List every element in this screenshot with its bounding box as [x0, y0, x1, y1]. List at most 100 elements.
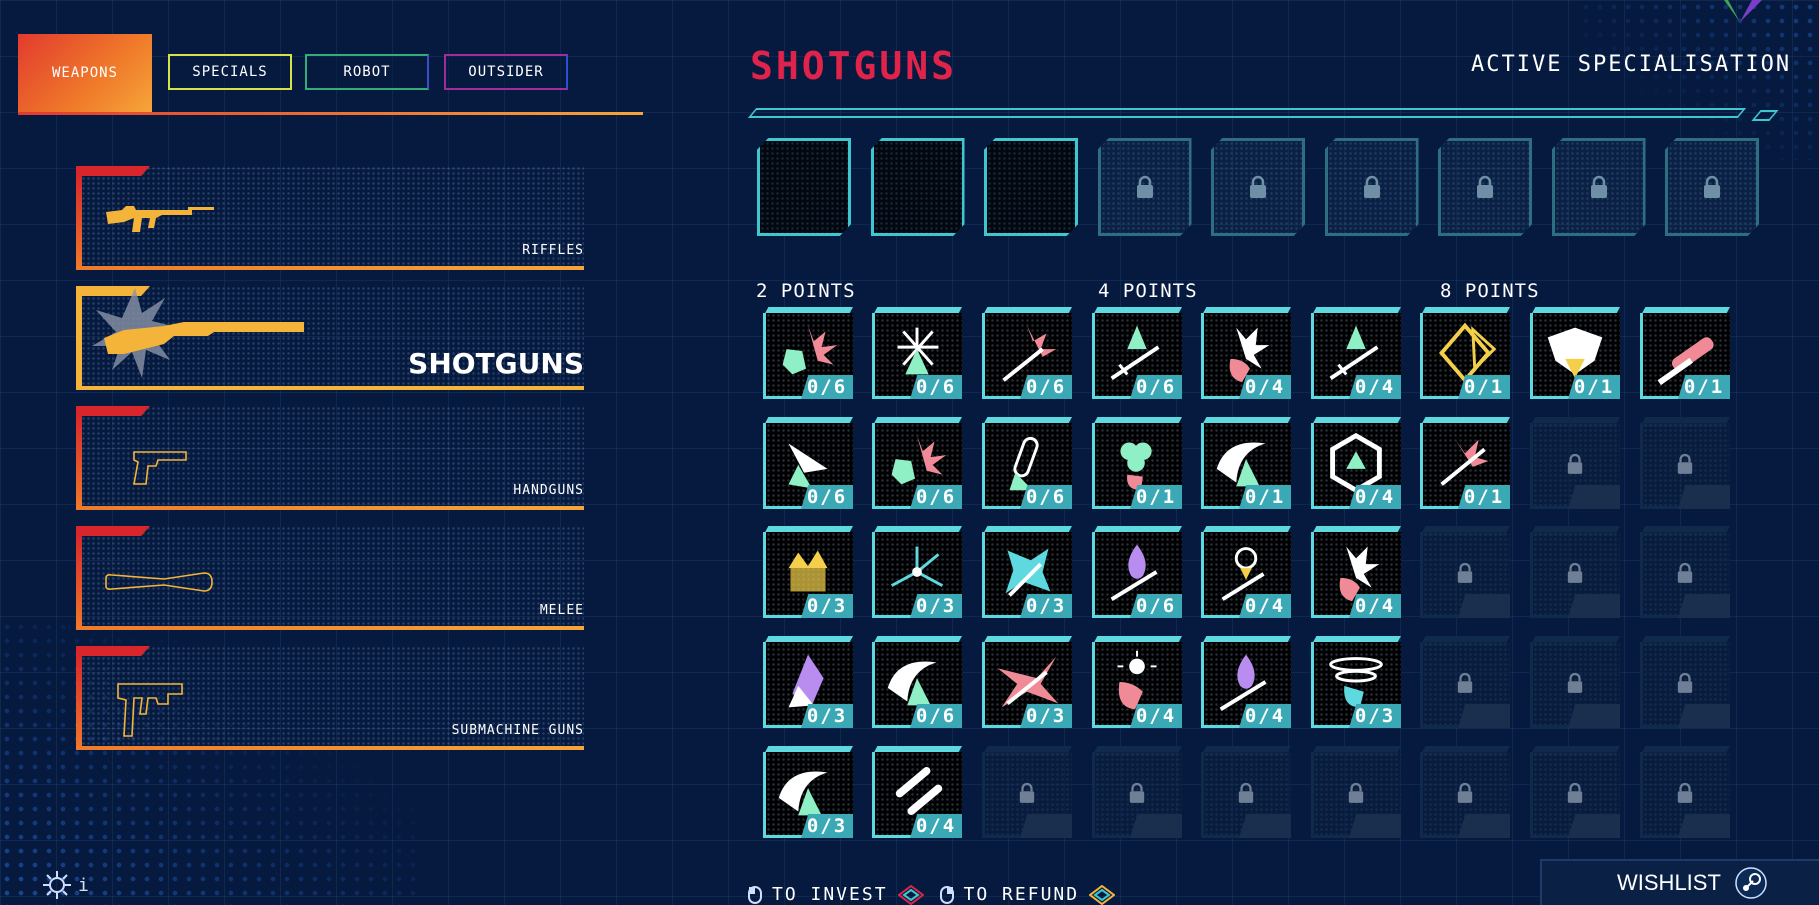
lock-icon — [1363, 175, 1380, 198]
skill-node[interactable]: 0/3 — [763, 636, 853, 730]
spec-slot-locked[interactable] — [1211, 138, 1305, 236]
skill-node[interactable]: 0/1 — [1420, 307, 1510, 401]
skill-count-placeholder — [1020, 814, 1072, 838]
skill-count-placeholder — [1568, 485, 1620, 509]
weapon-card-smg[interactable]: SUBMACHINE GUNS — [76, 646, 584, 750]
skill-node[interactable]: 0/4 — [872, 746, 962, 840]
skill-node[interactable]: 0/1 — [1201, 417, 1291, 511]
weapon-label: RIFFLES — [522, 243, 584, 258]
skill-node[interactable]: 0/6 — [1092, 307, 1182, 401]
skill-count: 0/1 — [1678, 375, 1730, 399]
lock-icon — [1238, 782, 1254, 803]
skill-node[interactable]: 0/6 — [872, 307, 962, 401]
lock-icon — [1677, 782, 1693, 803]
weapon-card-melee[interactable]: MELEE — [76, 526, 584, 630]
skill-node[interactable]: 0/6 — [763, 417, 853, 511]
skill-count: 0/6 — [910, 375, 962, 399]
weapon-label: HANDGUNS — [513, 483, 584, 498]
lock-icon — [1129, 782, 1145, 803]
spec-slot-locked[interactable] — [1438, 138, 1532, 236]
skill-node[interactable]: 0/6 — [763, 307, 853, 401]
skill-node[interactable]: 0/6 — [982, 417, 1072, 511]
skill-count: 0/6 — [1130, 375, 1182, 399]
skill-node[interactable]: 0/1 — [1640, 307, 1730, 401]
tab-outsider[interactable]: OUTSIDER — [444, 54, 568, 90]
specialisation-progress-bar — [747, 108, 1747, 118]
skill-node[interactable]: 0/1 — [1530, 307, 1620, 401]
lock-icon — [1590, 175, 1607, 198]
skill-node-locked[interactable] — [1640, 746, 1730, 840]
skill-node-locked[interactable] — [1420, 746, 1510, 840]
wishlist-button[interactable]: WISHLIST — [1540, 859, 1819, 905]
tab-specials[interactable]: SPECIALS — [168, 54, 292, 90]
spec-slot-locked[interactable] — [1665, 138, 1759, 236]
weapon-card-shotguns[interactable]: SHOTGUNS — [76, 286, 584, 390]
spec-slot-locked[interactable] — [1324, 138, 1419, 236]
lock-icon — [1250, 175, 1266, 198]
category-tabs: WEAPONS SPECIALS ROBOT OUTSIDER — [18, 34, 643, 116]
skill-node[interactable]: 0/3 — [982, 636, 1072, 730]
wishlist-label: WISHLIST — [1617, 870, 1721, 895]
skill-count-placeholder — [1458, 704, 1510, 728]
skill-node-locked[interactable] — [1420, 636, 1510, 730]
skill-count: 0/1 — [1239, 485, 1291, 509]
lock-icon — [1677, 562, 1693, 583]
spec-slot-empty[interactable] — [984, 138, 1078, 236]
skill-count: 0/4 — [1349, 485, 1401, 509]
skill-count-placeholder — [1458, 814, 1510, 838]
skill-node[interactable]: 0/1 — [1420, 417, 1510, 511]
spec-slot-empty[interactable] — [757, 138, 851, 236]
skill-node[interactable]: 0/3 — [872, 526, 962, 620]
weapon-card-riffles[interactable]: RIFFLES — [76, 166, 584, 270]
skill-count-placeholder — [1568, 594, 1620, 618]
skill-node-locked[interactable] — [982, 746, 1072, 840]
lock-icon — [1457, 672, 1473, 693]
skill-node[interactable]: 0/4 — [1201, 636, 1291, 730]
skill-node-locked[interactable] — [1092, 746, 1182, 840]
skill-node-locked[interactable] — [1530, 526, 1620, 620]
skill-node[interactable]: 0/3 — [763, 746, 853, 840]
dot-pattern-right — [1579, 0, 1819, 160]
skill-node[interactable]: 0/3 — [982, 526, 1072, 620]
skill-count-placeholder — [1349, 814, 1401, 838]
skill-node[interactable]: 0/6 — [982, 307, 1072, 401]
tab-robot[interactable]: ROBOT — [305, 54, 429, 90]
skill-node[interactable]: 0/4 — [1311, 526, 1401, 620]
lock-icon — [1348, 782, 1364, 803]
skill-node-locked[interactable] — [1420, 526, 1510, 620]
skill-count: 0/1 — [1458, 375, 1510, 399]
settings-button[interactable]: i — [42, 870, 89, 900]
corner-logo-icon — [1724, 0, 1762, 22]
skill-node[interactable]: 0/4 — [1201, 307, 1291, 401]
skill-node-locked[interactable] — [1311, 746, 1401, 840]
skill-node-locked[interactable] — [1530, 417, 1620, 511]
skill-node[interactable]: 0/6 — [872, 636, 962, 730]
skill-node[interactable]: 0/4 — [1311, 307, 1401, 401]
skill-node-locked[interactable] — [1201, 746, 1291, 840]
spec-slot-locked[interactable] — [1097, 138, 1192, 236]
skill-node[interactable]: 0/3 — [763, 526, 853, 620]
skill-node[interactable]: 0/4 — [1311, 417, 1401, 511]
skill-node[interactable]: 0/4 — [1201, 526, 1291, 620]
tab-weapons[interactable]: WEAPONS — [18, 34, 152, 112]
skill-node-locked[interactable] — [1640, 636, 1730, 730]
skill-count: 0/4 — [1130, 704, 1182, 728]
group-header-2-points: 2 POINTS — [756, 280, 856, 302]
skill-node[interactable]: 0/6 — [872, 417, 962, 511]
skill-count: 0/6 — [801, 375, 853, 399]
skill-count: 0/6 — [1020, 375, 1072, 399]
skill-count-placeholder — [1130, 814, 1182, 838]
rifle-icon — [106, 206, 214, 232]
skill-node[interactable]: 0/6 — [1092, 526, 1182, 620]
skill-count: 0/1 — [1130, 485, 1182, 509]
spec-slot-locked[interactable] — [1551, 138, 1646, 236]
skill-node-locked[interactable] — [1530, 746, 1620, 840]
skill-node[interactable]: 0/3 — [1311, 636, 1401, 730]
skill-node-locked[interactable] — [1640, 526, 1730, 620]
weapon-card-handguns[interactable]: HANDGUNS — [76, 406, 584, 510]
skill-node[interactable]: 0/1 — [1092, 417, 1182, 511]
skill-node[interactable]: 0/4 — [1092, 636, 1182, 730]
spec-slot-empty[interactable] — [870, 138, 965, 236]
skill-node-locked[interactable] — [1530, 636, 1620, 730]
skill-node-locked[interactable] — [1640, 417, 1730, 511]
